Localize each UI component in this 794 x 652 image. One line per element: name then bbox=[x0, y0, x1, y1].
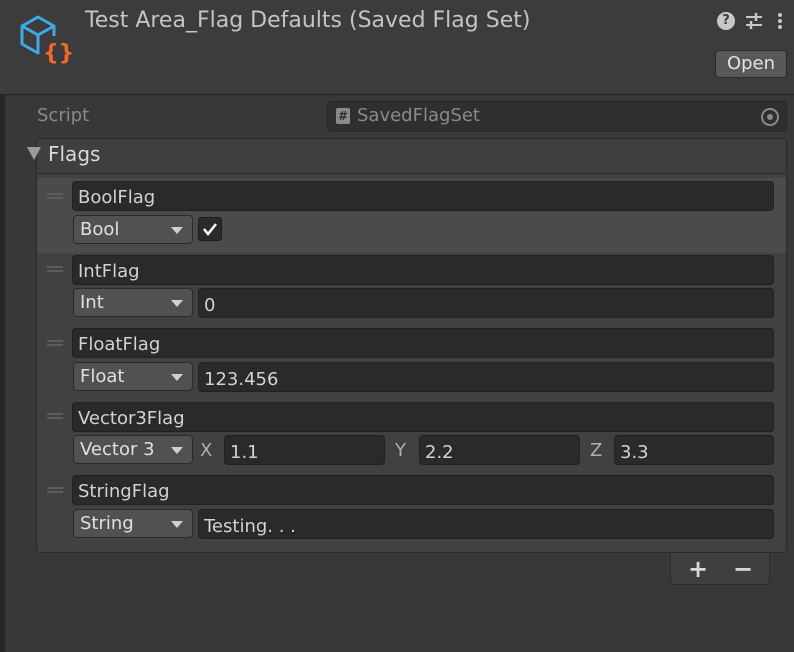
x-axis-label: X bbox=[200, 440, 213, 461]
kebab-menu-icon[interactable] bbox=[775, 12, 785, 30]
checkmark-icon bbox=[203, 223, 217, 237]
svg-text:{}: {} bbox=[43, 41, 74, 64]
vector-y-field[interactable]: 2.2 bbox=[419, 435, 580, 465]
vector-x-field[interactable]: 1.1 bbox=[224, 435, 385, 465]
sliders-icon[interactable] bbox=[744, 12, 764, 30]
question-circle-icon[interactable]: ? bbox=[717, 12, 735, 30]
flag-type-dropdown[interactable]: String bbox=[73, 509, 193, 538]
asset-title: Test Area_Flag Defaults (Saved Flag Set) bbox=[85, 8, 531, 33]
flag-name-field[interactable]: BoolFlag bbox=[72, 181, 774, 211]
drag-handle-icon[interactable] bbox=[47, 413, 63, 419]
dropdown-value: Float bbox=[80, 366, 125, 387]
string-value-field[interactable]: Testing. . . bbox=[198, 509, 774, 539]
dropdown-arrow-icon bbox=[171, 447, 183, 454]
script-value: SavedFlagSet bbox=[357, 105, 480, 126]
drag-handle-icon[interactable] bbox=[47, 193, 63, 199]
drag-handle-icon[interactable] bbox=[47, 340, 63, 346]
flag-type-dropdown[interactable]: Int bbox=[73, 288, 193, 317]
flag-name-field[interactable]: IntFlag bbox=[72, 255, 774, 285]
script-file-icon: # bbox=[336, 108, 350, 124]
y-axis-label: Y bbox=[395, 440, 406, 461]
remove-item-button[interactable]: − bbox=[733, 555, 753, 583]
flag-name-field[interactable]: FloatFlag bbox=[72, 328, 774, 358]
flag-type-dropdown[interactable]: Vector 3 bbox=[73, 435, 193, 464]
flag-type-dropdown[interactable]: Float bbox=[73, 362, 193, 391]
dropdown-arrow-icon bbox=[171, 227, 183, 234]
window-edge bbox=[0, 0, 5, 652]
dropdown-value: Vector 3 bbox=[80, 439, 155, 460]
object-picker-icon[interactable] bbox=[761, 108, 779, 126]
script-label: Script bbox=[37, 105, 90, 126]
open-button[interactable]: Open bbox=[715, 50, 787, 78]
vector-z-field[interactable]: 3.3 bbox=[614, 435, 774, 465]
bool-value-checkbox[interactable] bbox=[198, 217, 222, 241]
flag-name-field[interactable]: StringFlag bbox=[72, 475, 774, 505]
dropdown-arrow-icon bbox=[171, 374, 183, 381]
z-axis-label: Z bbox=[590, 440, 603, 461]
int-value-field[interactable]: 0 bbox=[198, 288, 774, 318]
add-item-button[interactable]: + bbox=[688, 555, 708, 583]
list-footer bbox=[670, 553, 770, 585]
foldout-arrow-icon[interactable] bbox=[27, 147, 41, 160]
flag-type-dropdown[interactable]: Bool bbox=[73, 215, 193, 244]
dropdown-arrow-icon bbox=[171, 521, 183, 528]
flag-name-field[interactable]: Vector3Flag bbox=[72, 402, 774, 432]
drag-handle-icon[interactable] bbox=[47, 266, 63, 272]
flags-foldout-header[interactable] bbox=[36, 138, 787, 173]
dropdown-value: Bool bbox=[80, 219, 120, 240]
drag-handle-icon[interactable] bbox=[47, 487, 63, 493]
float-value-field[interactable]: 123.456 bbox=[198, 362, 774, 392]
dropdown-value: String bbox=[80, 513, 134, 534]
flags-label: Flags bbox=[48, 142, 101, 166]
dropdown-value: Int bbox=[80, 292, 104, 313]
dropdown-arrow-icon bbox=[171, 300, 183, 307]
scriptable-object-icon: {} bbox=[20, 15, 74, 64]
